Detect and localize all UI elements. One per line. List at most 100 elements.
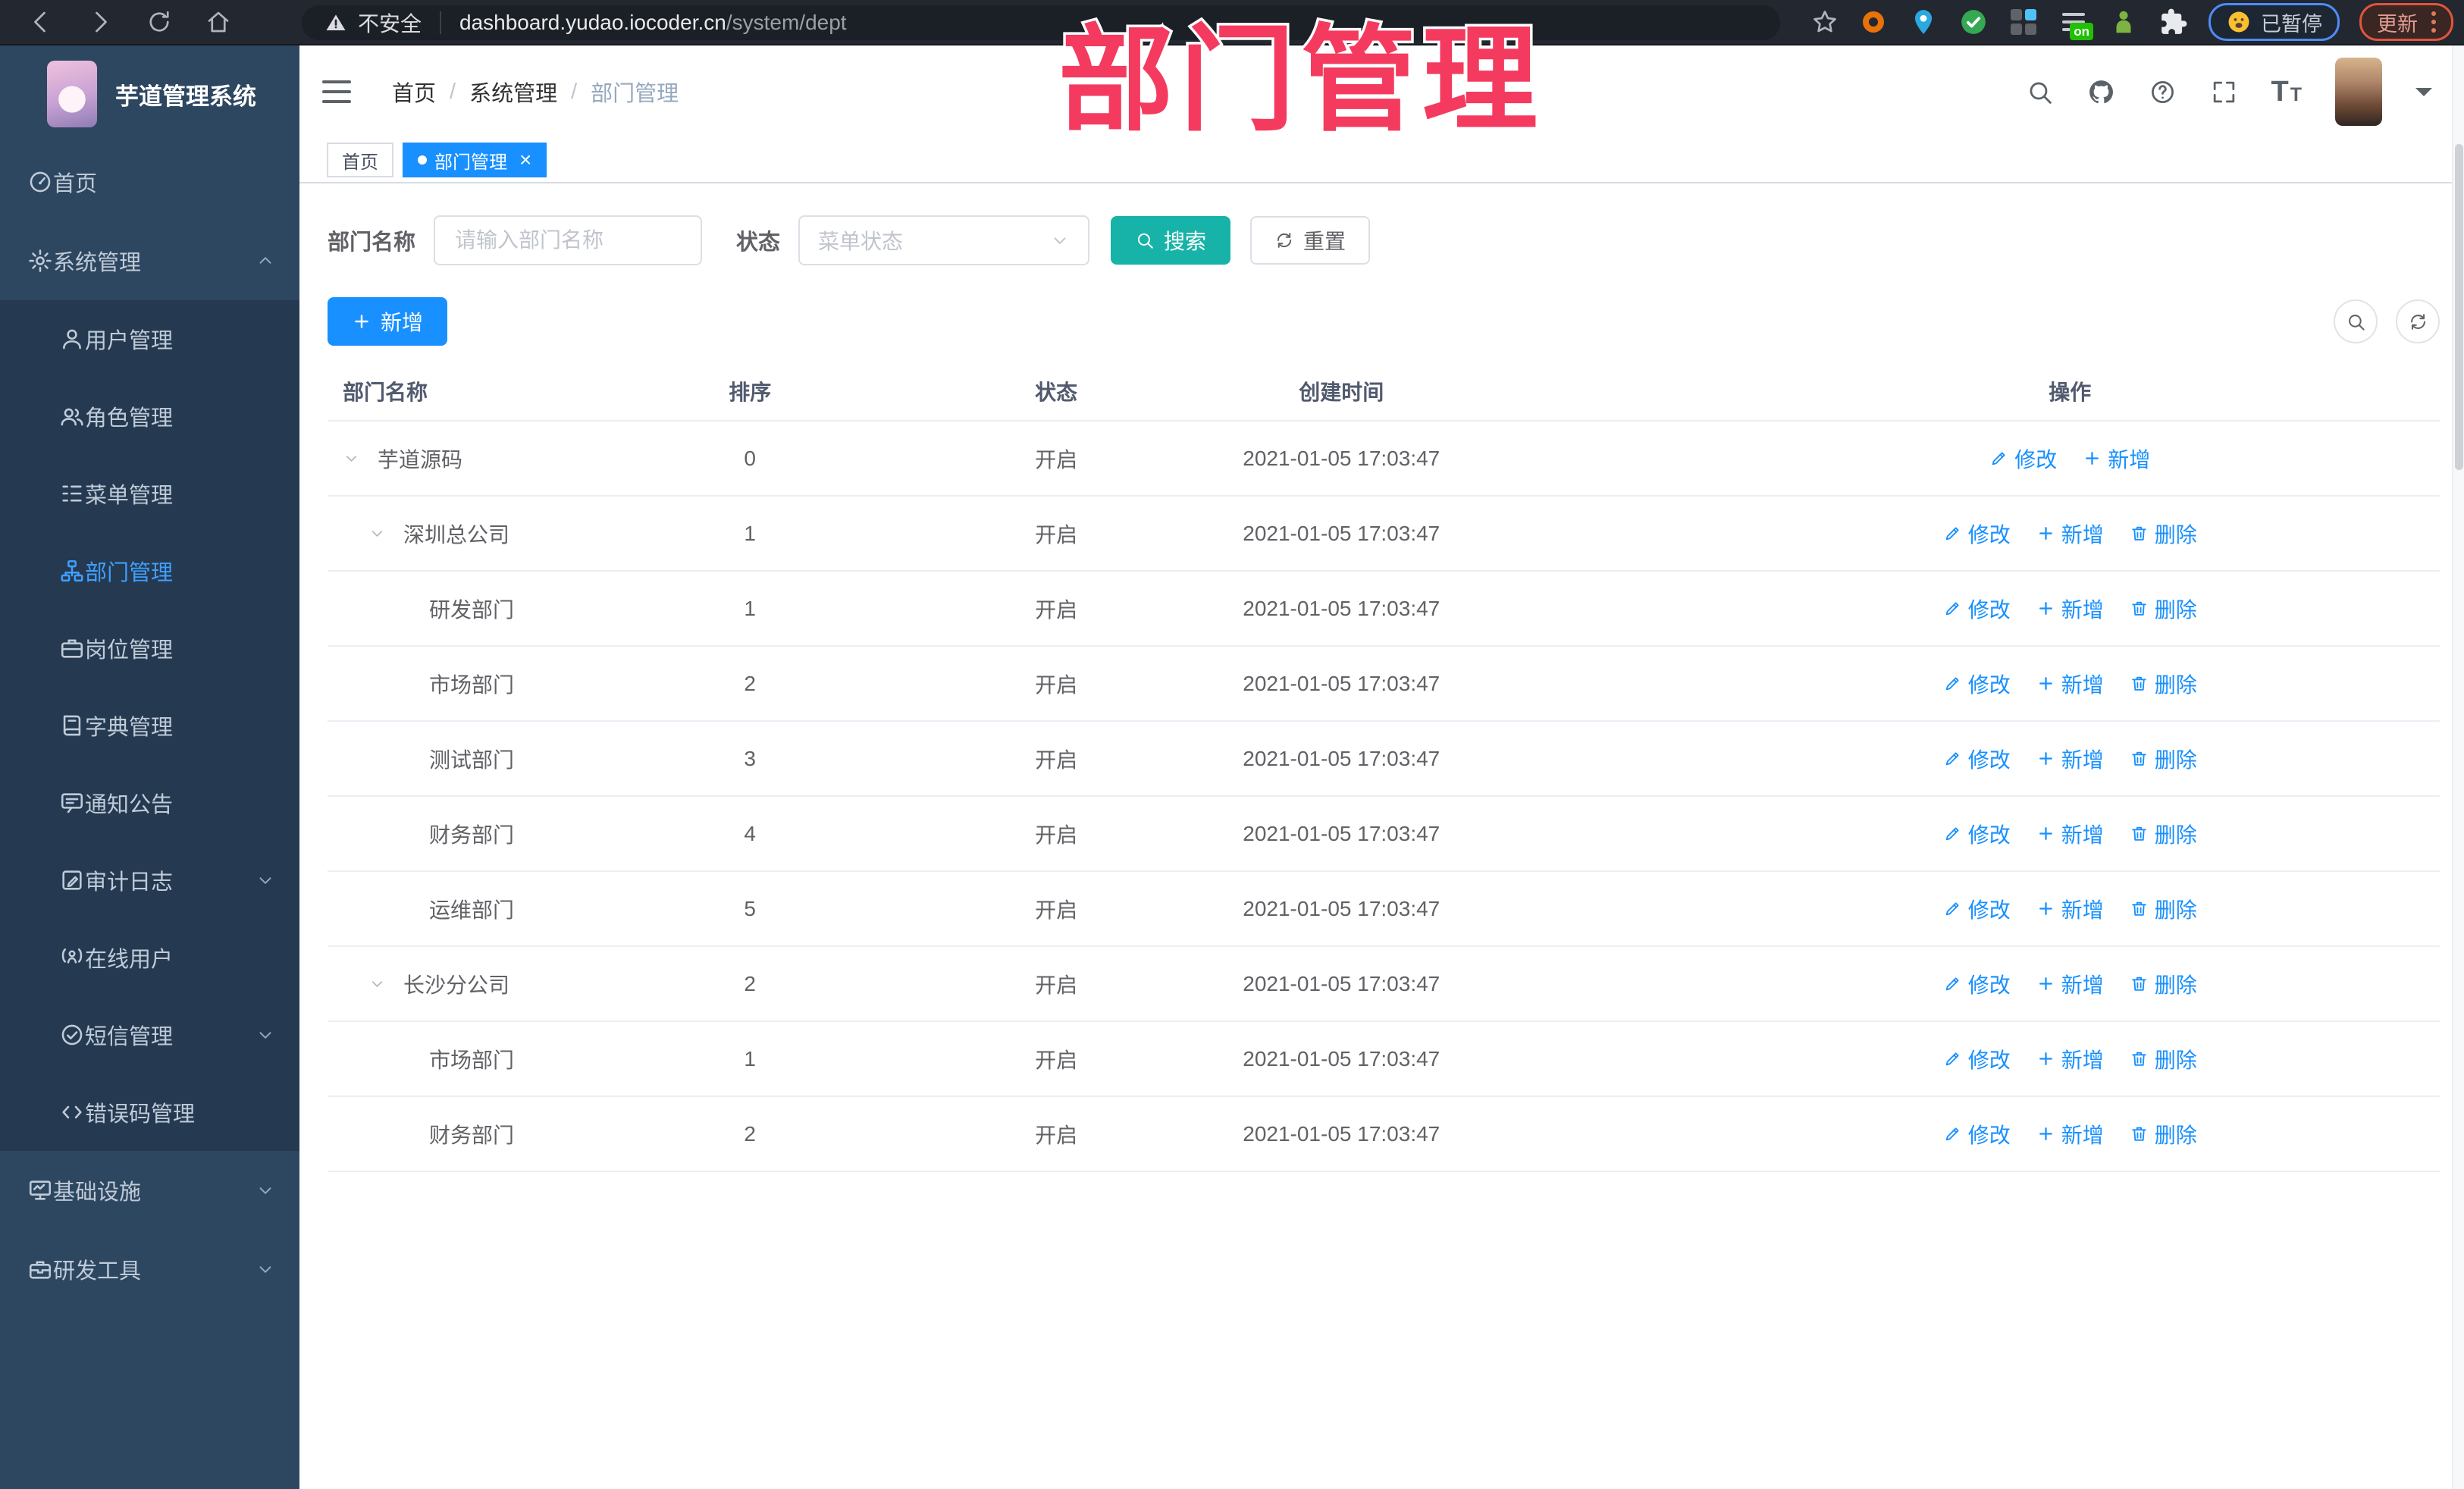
expand-arrow-icon[interactable] [368, 525, 391, 542]
sidebar-item-menu[interactable]: 菜单管理 [0, 455, 299, 532]
plus-icon [2036, 824, 2055, 843]
add-action-link[interactable]: 新增 [2036, 669, 2104, 699]
sidebar-item-dict[interactable]: 字典管理 [0, 687, 299, 764]
add-action-link[interactable]: 新增 [2036, 519, 2104, 549]
add-button[interactable]: 新增 [328, 297, 448, 346]
created-time-cell: 2021-01-05 17:03:47 [1243, 821, 1440, 845]
add-action-link[interactable]: 新增 [2036, 894, 2104, 924]
sidebar-item-dev-tools[interactable]: 研发工具 [0, 1230, 299, 1309]
edit-action-link[interactable]: 修改 [1943, 594, 2011, 624]
address-bar[interactable]: 不安全 dashboard.yudao.iocoder.cn/system/de… [302, 5, 1780, 40]
extension-green-figure-icon[interactable] [2108, 7, 2139, 37]
extension-green-check-icon[interactable] [1958, 7, 1989, 37]
home-icon[interactable] [205, 8, 232, 36]
action-label: 修改 [1967, 823, 2011, 847]
table-row: 长沙分公司 2 开启 2021-01-05 17:03:47 修改 新增 删除 [328, 947, 2440, 1022]
edit-action-link[interactable]: 修改 [1943, 519, 2011, 549]
delete-action-link[interactable]: 删除 [2130, 519, 2197, 549]
sidebar-item-system[interactable]: 系统管理 [0, 221, 299, 300]
tab-部门管理[interactable]: 部门管理 × [403, 143, 547, 177]
add-action-link[interactable]: 新增 [2036, 594, 2104, 624]
sidebar-item-online-user[interactable]: 在线用户 [0, 919, 299, 996]
edit-action-link[interactable]: 修改 [1943, 669, 2011, 699]
sidebar-item-dept[interactable]: 部门管理 [0, 532, 299, 610]
table-body: 芋道源码 0 开启 2021-01-05 17:03:47 修改 新增 深圳总公司 1 开启 20… [328, 422, 2440, 1172]
reload-icon[interactable] [146, 8, 173, 36]
sidebar-item-notice[interactable]: 通知公告 [0, 764, 299, 842]
back-icon[interactable] [27, 8, 55, 36]
user-avatar[interactable] [2335, 58, 2382, 126]
sidebar-item-audit-log[interactable]: 审计日志 [0, 842, 299, 919]
sidebar-item-role[interactable]: 角色管理 [0, 378, 299, 455]
hamburger-icon[interactable] [322, 80, 351, 103]
extension-orange-ring-icon[interactable] [1858, 7, 1889, 37]
caret-down-icon[interactable] [2415, 88, 2432, 105]
delete-action-link[interactable]: 删除 [2130, 1044, 2197, 1074]
add-action-link[interactable]: 新增 [2036, 819, 2104, 849]
paused-badge[interactable]: 已暂停 [2209, 3, 2340, 41]
sidebar-item-infra[interactable]: 基础设施 [0, 1151, 299, 1230]
edit-action-link[interactable]: 修改 [1943, 969, 2011, 999]
status-select[interactable]: 菜单状态 [798, 215, 1090, 265]
reset-button[interactable]: 重置 [1250, 216, 1371, 265]
extension-blue-pin-icon[interactable] [1908, 7, 1939, 37]
delete-action-link[interactable]: 删除 [2130, 1119, 2197, 1149]
page-scrollbar[interactable] [2452, 45, 2464, 1489]
update-button[interactable]: 更新 [2359, 3, 2453, 41]
extension-puzzle-icon[interactable] [2158, 7, 2189, 37]
dept-name: 财务部门 [429, 1123, 515, 1147]
edit-action-link[interactable]: 修改 [1989, 444, 2057, 474]
sidebar-item-home[interactable]: 首页 [0, 143, 299, 221]
add-action-link[interactable]: 新增 [2036, 1119, 2104, 1149]
delete-action-link[interactable]: 删除 [2130, 594, 2197, 624]
delete-action-link[interactable]: 删除 [2130, 894, 2197, 924]
search-button[interactable]: 搜索 [1111, 216, 1231, 265]
github-icon[interactable] [2087, 78, 2115, 106]
delete-action-link[interactable]: 删除 [2130, 669, 2197, 699]
expand-arrow-icon[interactable] [343, 450, 365, 467]
refresh-button[interactable] [2396, 299, 2440, 343]
edit-action-link[interactable]: 修改 [1943, 819, 2011, 849]
close-icon[interactable]: × [519, 149, 531, 171]
star-icon[interactable] [1811, 8, 1839, 36]
actions-cell: 修改 新增 删除 [1457, 669, 2439, 699]
add-action-link[interactable]: 新增 [2036, 969, 2104, 999]
forward-icon[interactable] [86, 8, 114, 36]
sidebar-item-error-code[interactable]: 错误码管理 [0, 1074, 299, 1151]
table-row: 市场部门 1 开启 2021-01-05 17:03:47 修改 新增 删除 [328, 1022, 2440, 1097]
add-action-link[interactable]: 新增 [2036, 1044, 2104, 1074]
font-size-icon[interactable]: TT [2271, 76, 2303, 108]
extension-list-on-icon[interactable]: on [2058, 7, 2093, 40]
sidebar-item-sms[interactable]: 短信管理 [0, 996, 299, 1074]
delete-action-link[interactable]: 删除 [2130, 819, 2197, 849]
url-host: dashboard.yudao.iocoder.cn [459, 11, 726, 34]
extension-grid-icon[interactable] [2008, 7, 2039, 37]
edit-log-icon [59, 867, 85, 893]
search-icon[interactable] [2026, 78, 2054, 106]
sidebar-logo-row[interactable]: 芋道管理系统 [0, 45, 299, 143]
edit-action-link[interactable]: 修改 [1943, 1044, 2011, 1074]
edit-action-link[interactable]: 修改 [1943, 744, 2011, 774]
breadcrumb-item[interactable]: 首页 [392, 76, 436, 108]
expand-arrow-icon[interactable] [368, 975, 391, 992]
delete-action-link[interactable]: 删除 [2130, 744, 2197, 774]
scrollbar-thumb[interactable] [2455, 144, 2463, 470]
help-icon[interactable] [2149, 78, 2177, 106]
action-label: 修改 [2014, 447, 2058, 472]
add-action-link[interactable]: 新增 [2083, 444, 2150, 474]
edit-icon [1943, 899, 1962, 918]
plus-icon [2036, 899, 2055, 918]
hide-search-button[interactable] [2334, 299, 2378, 343]
tab-首页[interactable]: 首页 [327, 143, 393, 177]
sidebar-item-user[interactable]: 用户管理 [0, 300, 299, 378]
breadcrumb-item[interactable]: 系统管理 [469, 76, 557, 108]
add-action-link[interactable]: 新增 [2036, 744, 2104, 774]
edit-action-link[interactable]: 修改 [1943, 894, 2011, 924]
dept-name-input[interactable] [434, 215, 703, 265]
delete-icon [2130, 974, 2149, 993]
kebab-menu-icon[interactable] [2431, 11, 2436, 33]
edit-action-link[interactable]: 修改 [1943, 1119, 2011, 1149]
delete-action-link[interactable]: 删除 [2130, 969, 2197, 999]
sidebar-item-post[interactable]: 岗位管理 [0, 610, 299, 687]
fullscreen-icon[interactable] [2210, 78, 2238, 106]
